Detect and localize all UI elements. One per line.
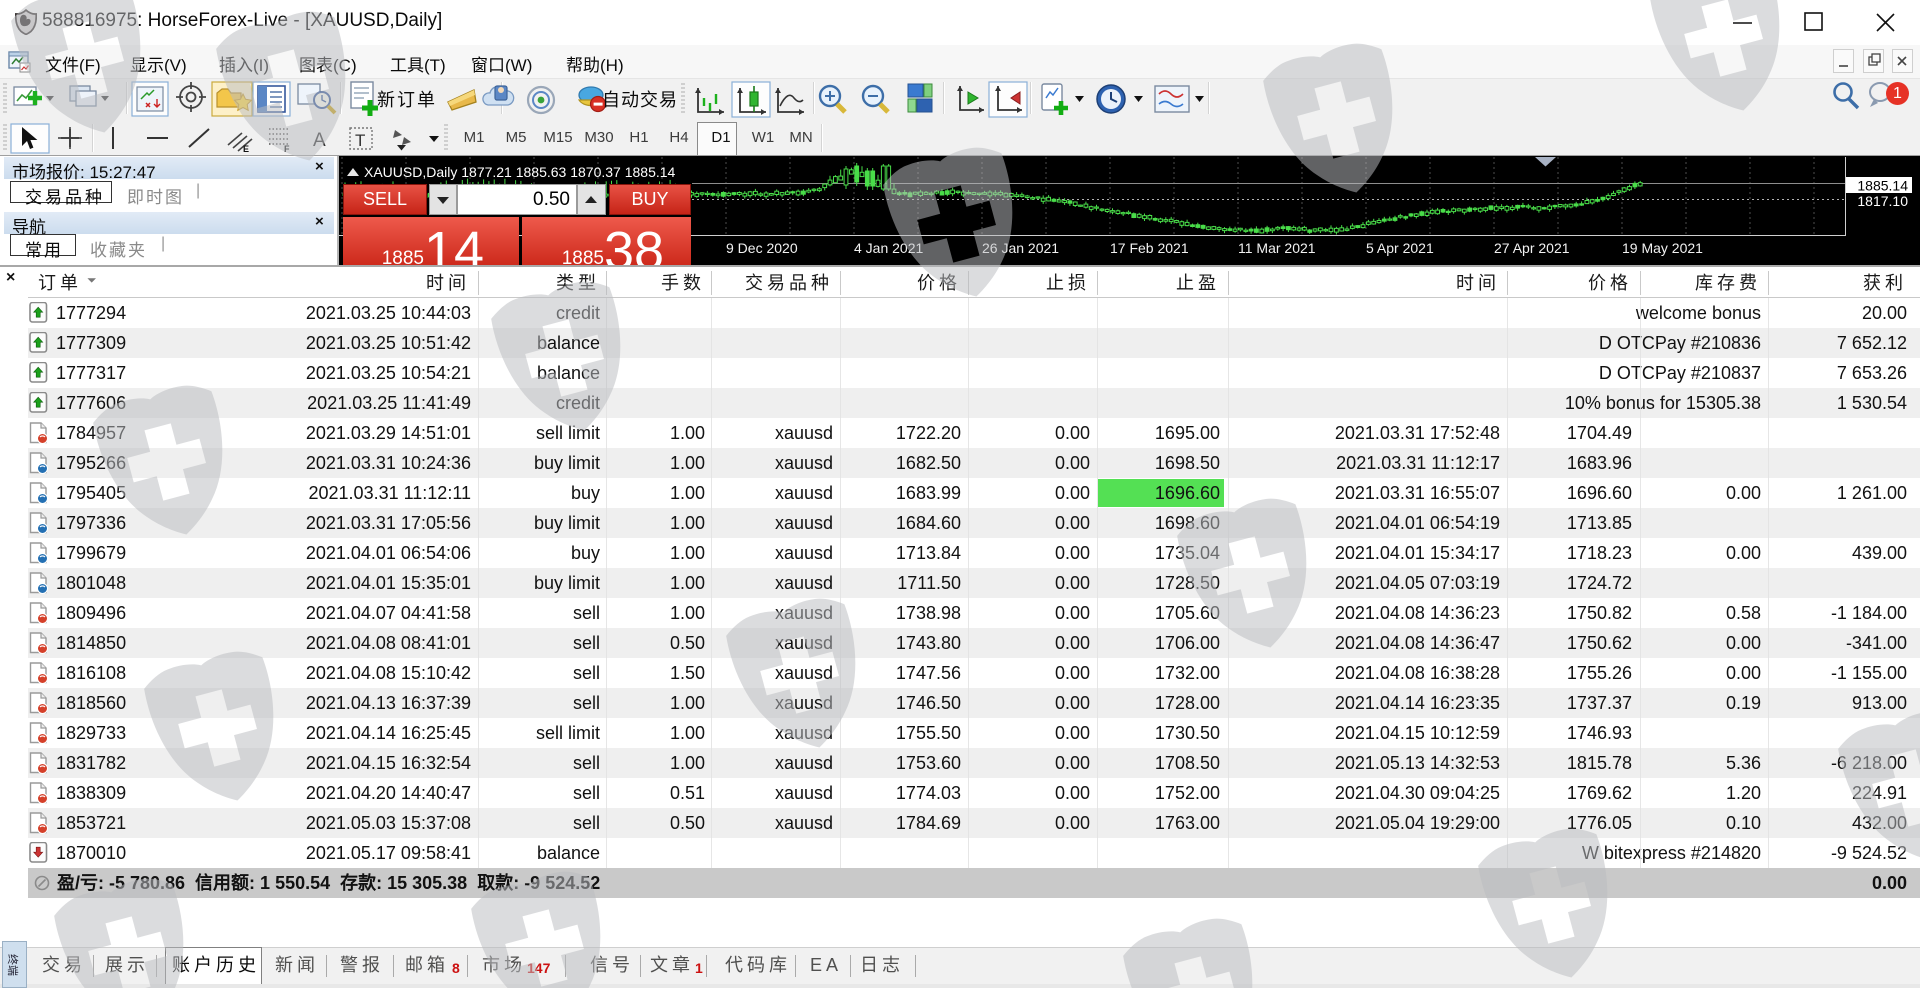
svg-text:11 Mar 2021: 11 Mar 2021 — [1238, 240, 1316, 256]
svg-text:E: E — [243, 144, 249, 154]
svg-text:XAUUSD,Daily 1877.21 1885.63: XAUUSD,Daily 1877.21 1885.63 1870.37 188… — [364, 164, 676, 180]
svg-text:4 Jan 2021: 4 Jan 2021 — [854, 240, 923, 256]
svg-text:F: F — [284, 144, 290, 154]
svg-text:T: T — [355, 131, 365, 150]
svg-text:19 May 2021: 19 May 2021 — [1622, 240, 1703, 256]
svg-text:1885.14: 1885.14 — [1857, 178, 1908, 194]
svg-text:26 Jan 2021: 26 Jan 2021 — [982, 240, 1059, 256]
svg-text:5 Apr 2021: 5 Apr 2021 — [1366, 240, 1434, 256]
svg-text:17 Feb 2021: 17 Feb 2021 — [1110, 240, 1189, 256]
svg-text:1817.10: 1817.10 — [1857, 193, 1908, 209]
svg-text:27 Apr 2021: 27 Apr 2021 — [1494, 240, 1570, 256]
svg-text:9 Dec 2020: 9 Dec 2020 — [726, 240, 798, 256]
svg-text:A: A — [313, 130, 326, 151]
